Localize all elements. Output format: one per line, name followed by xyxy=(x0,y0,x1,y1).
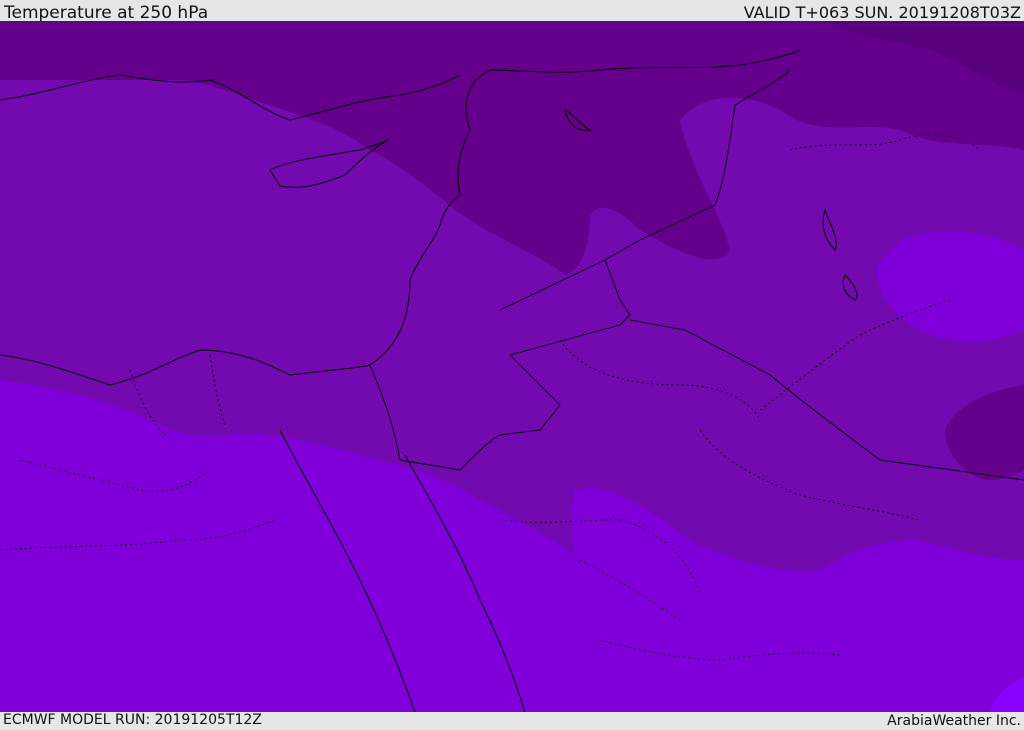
temperature-map xyxy=(0,21,1024,712)
valid-time: VALID T+063 SUN. 20191208T03Z xyxy=(743,3,1021,22)
footer-bar: ECMWF MODEL RUN: 20191205T12Z ArabiaWeat… xyxy=(0,712,1024,729)
model-run-label: ECMWF MODEL RUN: 20191205T12Z xyxy=(3,712,262,728)
credit-label: ArabiaWeather Inc. xyxy=(887,713,1021,729)
header-bar: Temperature at 250 hPa VALID T+063 SUN. … xyxy=(0,0,1024,23)
map-title: Temperature at 250 hPa xyxy=(4,3,209,23)
